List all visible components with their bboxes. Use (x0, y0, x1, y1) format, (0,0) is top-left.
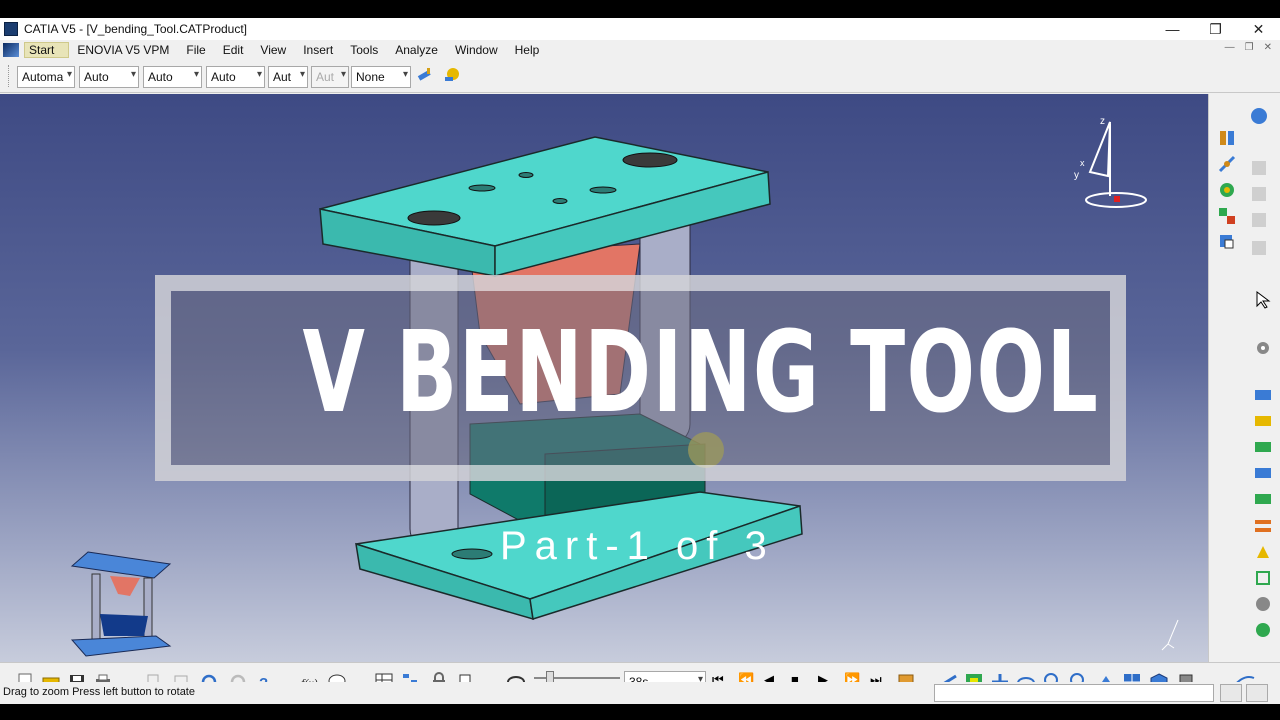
explode-icon (1252, 187, 1266, 201)
menu-edit[interactable]: Edit (215, 43, 253, 57)
catia-app-icon (4, 22, 18, 36)
reorder-icon[interactable] (1253, 594, 1273, 614)
menu-bar: Start ENOVIA V5 VPM File Edit View Inser… (0, 40, 1280, 59)
menu-insert[interactable]: Insert (295, 43, 342, 57)
contact-icon[interactable] (1217, 180, 1237, 200)
offset-icon[interactable] (1217, 206, 1237, 226)
catalog-icon[interactable] (1253, 384, 1273, 404)
start-icon[interactable] (3, 42, 19, 57)
transparency-combo[interactable]: Auto ▾ (79, 66, 139, 88)
product-thumbnail[interactable] (70, 551, 172, 657)
new-part-icon[interactable] (1253, 488, 1273, 508)
stop-manipulate-icon (1252, 213, 1266, 227)
gear-icon[interactable] (1253, 338, 1273, 358)
point-symbol-combo-value: Aut (273, 70, 292, 84)
chevron-down-icon: ▾ (193, 69, 199, 80)
video-subtitle: Part-1 of 3 (500, 524, 775, 568)
svg-text:y: y (1074, 170, 1079, 181)
color-combo[interactable]: Automa ▾ (17, 66, 75, 88)
existing-component-icon[interactable] (1253, 410, 1273, 430)
svg-text:x: x (1080, 158, 1085, 168)
chevron-down-icon: ▾ (130, 69, 136, 80)
doc-minimize-icon[interactable]: — (1225, 42, 1235, 53)
minimize-button[interactable]: — (1151, 18, 1194, 40)
menu-start[interactable]: Start (24, 41, 70, 58)
chevron-down-icon: ▾ (299, 69, 305, 80)
chevron-down-icon: ▾ (66, 69, 72, 80)
graphic-properties-toolbar: Automa ▾ Auto ▾ Auto ▾ Auto ▾ Aut ▾ Aut ▾ None… (0, 59, 1280, 93)
line-thickness-combo[interactable]: Auto ▾ (143, 66, 202, 88)
3d-viewport[interactable]: z y x V BENDING TOOL Part-1 of 3 (0, 94, 1208, 662)
screen: CATIA V5 - [V_bending_Tool.CATProduct] —… (0, 0, 1280, 720)
chevron-down-icon: ▾ (340, 69, 346, 80)
assembly-constraint-icon[interactable] (1217, 128, 1237, 148)
top-plate (319, 136, 771, 277)
power-input-field[interactable] (934, 684, 1214, 702)
menu-view[interactable]: View (252, 43, 295, 57)
measure-icon[interactable] (1253, 568, 1273, 588)
svg-text:z: z (1100, 116, 1105, 127)
window-controls: — ❐ ✕ (1151, 18, 1280, 40)
graphic-properties-icon[interactable] (442, 65, 462, 85)
select-arrow-icon[interactable] (1253, 290, 1273, 310)
layer-combo-value: None (356, 70, 385, 84)
compass-icon[interactable]: z y x (1074, 116, 1147, 208)
rendering-style-combo-value: Aut (316, 70, 335, 84)
menu-file[interactable]: File (178, 43, 214, 57)
painter-icon[interactable] (415, 65, 435, 85)
status-message: Drag to zoom Press left button to rotate (3, 686, 195, 698)
layer-combo[interactable]: None ▾ (351, 66, 411, 88)
color-combo-value: Automa (22, 70, 64, 84)
menu-help[interactable]: Help (507, 43, 549, 57)
title-bar: CATIA V5 - [V_bending_Tool.CATProduct] —… (0, 18, 1280, 40)
menu-enovia[interactable]: ENOVIA V5 VPM (69, 43, 178, 57)
doc-close-icon[interactable]: ✕ (1264, 42, 1272, 53)
doc-restore-icon[interactable]: ❐ (1245, 42, 1254, 53)
catia-window: CATIA V5 - [V_bending_Tool.CATProduct] —… (0, 18, 1280, 704)
coincidence-icon[interactable] (1217, 154, 1237, 174)
menu-tools[interactable]: Tools (342, 43, 387, 57)
status-button-2[interactable] (1246, 684, 1268, 702)
axis-icon (1161, 619, 1179, 651)
line-thickness-combo-value: Auto (148, 70, 173, 84)
chevron-down-icon: ▾ (402, 69, 408, 80)
rendering-style-combo: Aut ▾ (311, 66, 349, 88)
fix-component-icon[interactable] (1217, 232, 1237, 252)
chevron-down-icon: ▾ (256, 69, 262, 80)
transparency-combo-value: Auto (84, 70, 109, 84)
window-title: CATIA V5 - [V_bending_Tool.CATProduct] (24, 22, 248, 36)
close-button[interactable]: ✕ (1237, 18, 1280, 40)
replace-component-icon[interactable] (1253, 516, 1273, 536)
video-title: V BENDING TOOL (302, 308, 1100, 438)
point-symbol-combo[interactable]: Aut ▾ (268, 66, 308, 88)
menu-window[interactable]: Window (447, 43, 507, 57)
status-bar: Drag to zoom Press left button to rotate (0, 682, 1280, 704)
new-component-icon[interactable] (1253, 436, 1273, 456)
graph-tree-icon[interactable] (1253, 542, 1273, 562)
right-toolbar (1208, 94, 1280, 662)
new-product-icon[interactable] (1253, 462, 1273, 482)
title-overlay-panel: V BENDING TOOL (171, 291, 1110, 465)
linetype-combo-value: Auto (211, 70, 236, 84)
document-controls: — ❐ ✕ (1225, 42, 1272, 53)
title-overlay: V BENDING TOOL (155, 275, 1126, 481)
linetype-combo[interactable]: Auto ▾ (206, 66, 265, 88)
status-button-1[interactable] (1220, 684, 1242, 702)
toolbar-grip[interactable] (8, 65, 11, 87)
fast-multi-instantiation-icon[interactable] (1253, 620, 1273, 640)
snap-icon (1252, 161, 1266, 175)
restore-button[interactable]: ❐ (1194, 18, 1237, 40)
menu-analyze[interactable]: Analyze (387, 43, 447, 57)
smart-move-icon (1252, 241, 1266, 255)
manipulate-icon[interactable] (1249, 106, 1269, 126)
